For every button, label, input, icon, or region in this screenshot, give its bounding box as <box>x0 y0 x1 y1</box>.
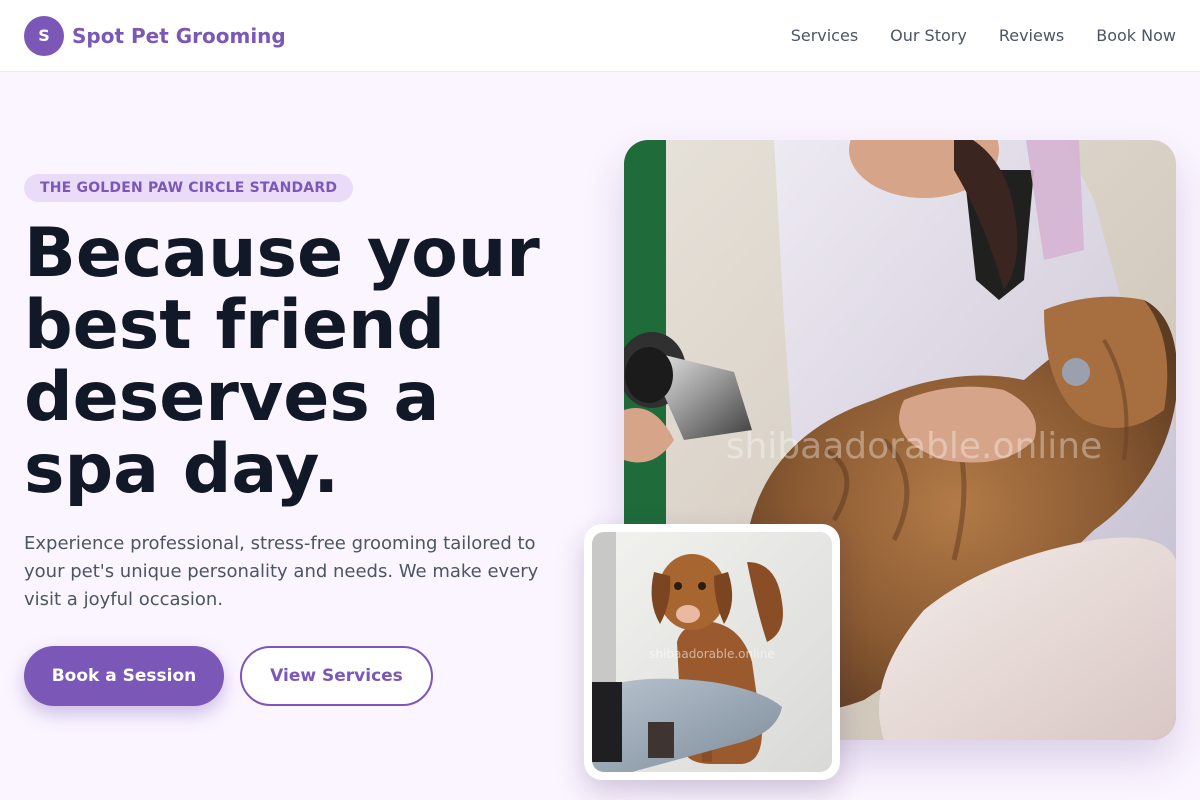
nav-link-our-story[interactable]: Our Story <box>890 26 967 45</box>
nav-link-services[interactable]: Services <box>791 26 858 45</box>
main-photo-watermark: shibaadorable.online <box>726 426 1103 467</box>
nav-link-reviews[interactable]: Reviews <box>999 26 1064 45</box>
hero-headline: Because your best friend deserves a spa … <box>24 214 540 509</box>
inset-dog-photo: shibaadorable.online <box>584 524 840 780</box>
view-services-button[interactable]: View Services <box>240 646 433 706</box>
site-header: S Spot Pet Grooming Services Our Story R… <box>0 0 1200 72</box>
brand[interactable]: S Spot Pet Grooming <box>24 15 286 56</box>
book-session-button[interactable]: Book a Session <box>24 646 224 706</box>
nav-link-book-now[interactable]: Book Now <box>1096 26 1176 45</box>
inset-photo-watermark: shibaadorable.online <box>649 647 775 661</box>
main-nav: Services Our Story Reviews Book Now <box>791 26 1176 45</box>
hero-subtext: Experience professional, stress-free gro… <box>24 533 539 610</box>
hero-badge: THE GOLDEN PAW CIRCLE STANDARD <box>24 174 354 202</box>
brand-name[interactable]: Spot Pet Grooming <box>72 24 286 48</box>
brand-logo[interactable]: S <box>24 15 64 56</box>
